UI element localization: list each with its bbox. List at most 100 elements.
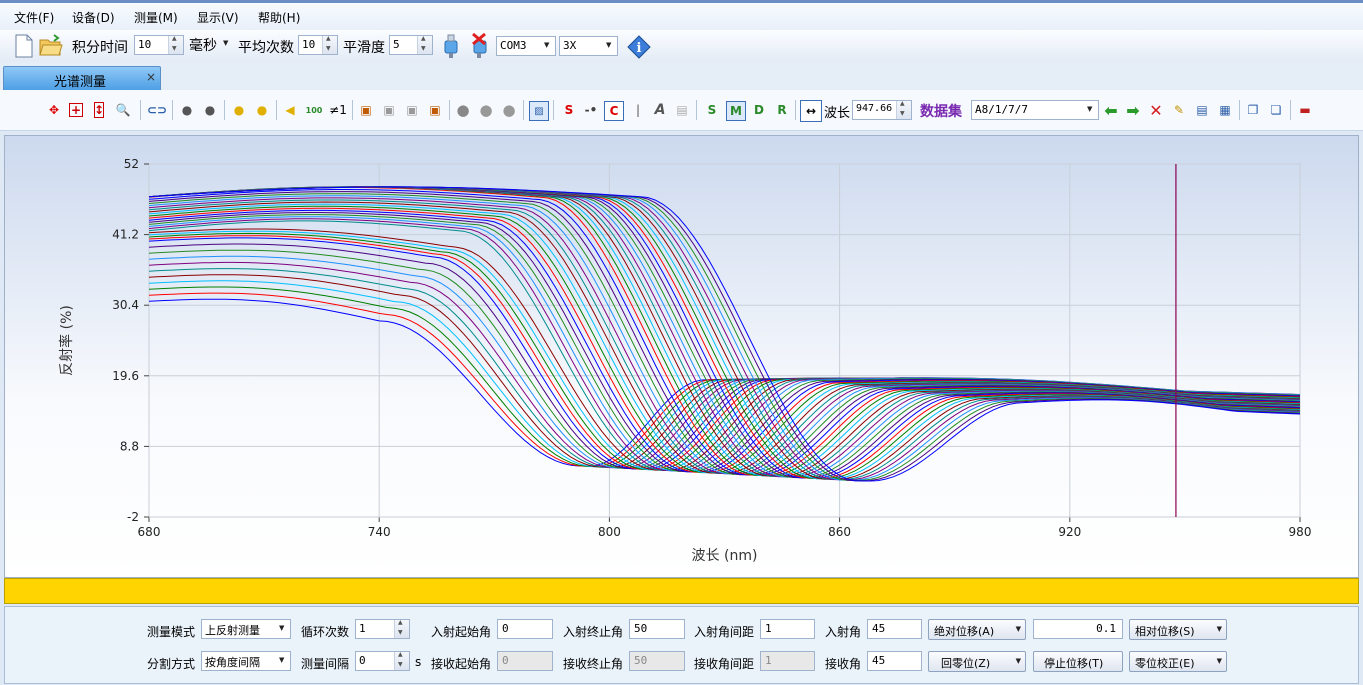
not-equal-one-icon[interactable]: ≠1 <box>328 102 348 118</box>
paste-icon[interactable]: ❏ <box>1268 102 1284 118</box>
absolute-move-button[interactable]: 绝对位移(A) <box>928 619 1026 640</box>
spectrum-series-9 <box>149 249 1300 469</box>
incident-end-input[interactable]: 50 <box>629 619 685 639</box>
zoom-vertical-icon[interactable]: ↕ <box>94 102 104 118</box>
spectrum-series-42 <box>149 186 1300 479</box>
link-icon[interactable]: ⊂⊃ <box>147 102 167 118</box>
interval-spinner[interactable]: 0 <box>355 651 410 671</box>
com-port-select[interactable]: COM3 <box>496 36 556 56</box>
save-reference-icon[interactable]: ▣ <box>358 102 374 118</box>
menu-device[interactable]: 设备(D) <box>72 9 115 26</box>
crosshair-icon[interactable]: ✥ <box>46 102 62 118</box>
split-mode-value: 按角度间隔 <box>205 656 260 669</box>
lamp-off-1-icon[interactable]: ● <box>179 102 195 118</box>
new-file-icon[interactable] <box>13 34 35 58</box>
save-sample-icon[interactable]: ▣ <box>404 102 420 118</box>
save-icon[interactable]: ▤ <box>1194 102 1210 118</box>
incident-step-input[interactable]: 1 <box>760 619 815 639</box>
mode-r-button[interactable]: R <box>774 102 790 118</box>
zero-calibration-button[interactable]: 零位校正(E) <box>1129 651 1227 672</box>
save-all-icon[interactable]: ▣ <box>427 102 443 118</box>
save-all-data-icon[interactable]: ▦ <box>1217 102 1233 118</box>
move-amount-input[interactable]: 0.1 <box>1033 619 1123 639</box>
play-icon[interactable]: ● <box>455 101 471 119</box>
incident-start-input[interactable]: 0 <box>497 619 553 639</box>
info-icon[interactable]: i <box>627 35 651 59</box>
spectrum-series-10 <box>149 243 1300 470</box>
stop-move-button[interactable]: 停止位移(T) <box>1033 651 1123 672</box>
dataset-label: 数据集 <box>920 104 962 120</box>
receive-start-value: 0 <box>502 654 509 667</box>
mode-m-button[interactable]: M <box>726 101 746 121</box>
close-icon[interactable]: × <box>146 70 156 84</box>
cursor-move-icon[interactable]: ↔ <box>800 100 822 122</box>
relative-move-button[interactable]: 相对位移(S) <box>1129 619 1227 640</box>
incident-step-value: 1 <box>765 622 772 635</box>
disconnect-device-icon[interactable] <box>470 33 490 59</box>
x-axis-label: 波长 (nm) <box>692 548 758 564</box>
wavelength-spinner[interactable]: 947.66 <box>852 100 912 120</box>
integration-time-spinner[interactable]: 10 <box>134 35 184 55</box>
zoom-select[interactable]: 3X <box>559 36 618 56</box>
smoothing-spinner[interactable]: 5 <box>389 35 433 55</box>
zoom-box-icon[interactable]: + <box>69 103 83 117</box>
incident-start-label: 入射起始角 <box>431 625 492 639</box>
receive-end-input[interactable]: 50 <box>629 651 685 671</box>
export-image-icon[interactable]: ▬ <box>1297 102 1313 118</box>
menu-display[interactable]: 显示(V) <box>197 9 239 26</box>
split-mode-select[interactable]: 按角度间隔 <box>201 651 291 671</box>
font-icon[interactable]: A <box>652 102 668 118</box>
previous-arrow-icon[interactable]: ⬅ <box>1103 101 1119 120</box>
interval-value: 0 <box>359 654 366 667</box>
receive-end-label: 接收终止角 <box>563 657 624 671</box>
receive-start-input[interactable]: 0 <box>497 651 553 671</box>
time-unit-select[interactable]: 毫秒 <box>186 35 234 55</box>
s-mode-icon[interactable]: S <box>561 102 577 118</box>
image-view-icon[interactable]: ▨ <box>529 101 549 121</box>
receive-step-input[interactable]: 1 <box>760 651 815 671</box>
cycles-spinner[interactable]: 1 <box>355 619 410 639</box>
lamp-on-2-icon[interactable]: ● <box>254 102 270 118</box>
menu-measure[interactable]: 测量(M) <box>134 9 178 26</box>
pause-icon[interactable]: ● <box>478 101 494 119</box>
menu-help[interactable]: 帮助(H) <box>258 9 300 26</box>
zoom-fit-icon[interactable]: 🔍 <box>115 102 131 118</box>
x-tick-label: 740 <box>368 525 391 539</box>
light-source-icon[interactable]: ◀ <box>282 102 298 118</box>
disk-icon[interactable]: ▤ <box>674 102 690 118</box>
receive-step-value: 1 <box>765 654 772 667</box>
tab-spectrum-measurement[interactable]: 光谱测量 × <box>3 66 161 90</box>
incident-end-label: 入射终止角 <box>563 625 624 639</box>
connect-device-icon[interactable] <box>442 33 460 59</box>
divider-icon: | <box>635 103 641 117</box>
menu-file[interactable]: 文件(F) <box>14 9 54 26</box>
menu-bar: 文件(F) 设备(D) 测量(M) 显示(V) 帮助(H) <box>0 0 1363 30</box>
x-tick-label: 800 <box>598 525 621 539</box>
mode-s-button[interactable]: S <box>704 102 720 118</box>
spectrum-series-15 <box>149 228 1300 471</box>
mode-d-button[interactable]: D <box>751 102 767 118</box>
clear-icon[interactable]: ✎ <box>1171 102 1187 118</box>
lamp-off-2-icon[interactable]: ● <box>202 102 218 118</box>
copy-icon[interactable]: ❐ <box>1245 102 1261 118</box>
dataset-select[interactable]: A8/1/7/7 <box>971 100 1099 120</box>
counter-icon[interactable]: 100 <box>304 102 324 118</box>
cycles-value: 1 <box>359 622 366 635</box>
save-dark-icon[interactable]: ▣ <box>381 102 397 118</box>
incident-angle-input[interactable]: 45 <box>867 619 922 639</box>
receive-angle-value: 45 <box>872 654 886 667</box>
probe-icon[interactable]: -• <box>580 102 602 118</box>
return-zero-button[interactable]: 回零位(Z) <box>928 651 1026 672</box>
next-arrow-icon[interactable]: ➡ <box>1125 101 1141 120</box>
lamp-on-1-icon[interactable]: ● <box>231 102 247 118</box>
average-count-spinner[interactable]: 10 <box>298 35 338 55</box>
stop-move-label: 停止位移(T) <box>1044 657 1104 670</box>
average-count-value: 10 <box>302 38 316 51</box>
c-mode-icon[interactable]: C <box>604 101 624 121</box>
spectrum-chart[interactable]: 680 740 800 860 920 980 52 41.2 30.4 19.6 8.8 -2 波长 … <box>5 136 1358 577</box>
stop-icon[interactable]: ● <box>501 101 517 119</box>
open-folder-icon[interactable] <box>39 34 63 58</box>
measure-mode-select[interactable]: 上反射测量 <box>201 619 291 639</box>
receive-angle-input[interactable]: 45 <box>867 651 922 671</box>
delete-icon[interactable]: ✕ <box>1148 101 1164 120</box>
